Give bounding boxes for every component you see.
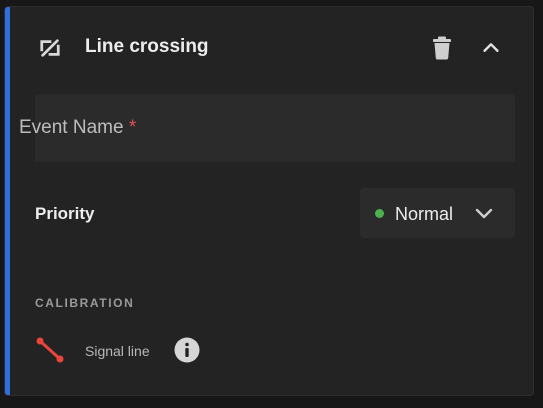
calibration-section-label: CALIBRATION — [35, 296, 135, 310]
priority-label: Priority — [35, 204, 95, 223]
priority-selected-value: Normal — [395, 204, 454, 224]
signal-line-label: Signal line — [85, 343, 150, 359]
event-name-field[interactable] — [35, 94, 515, 162]
card-accent-bar — [5, 7, 10, 395]
status-dot-icon — [375, 209, 384, 218]
chevron-up-icon — [483, 43, 499, 52]
info-icon[interactable] — [174, 337, 200, 363]
chevron-down-icon — [475, 208, 493, 219]
line-crossing-icon — [40, 39, 60, 57]
event-name-input[interactable] — [35, 94, 515, 162]
card-title: Line crossing — [85, 36, 209, 57]
line-crossing-card: Line crossing Event Name * Priority Norm… — [4, 6, 534, 396]
delete-button[interactable] — [427, 33, 457, 63]
priority-select[interactable]: Normal — [360, 188, 515, 238]
collapse-button[interactable] — [476, 33, 506, 63]
signal-line-icon — [36, 337, 64, 363]
trash-icon — [433, 36, 451, 60]
